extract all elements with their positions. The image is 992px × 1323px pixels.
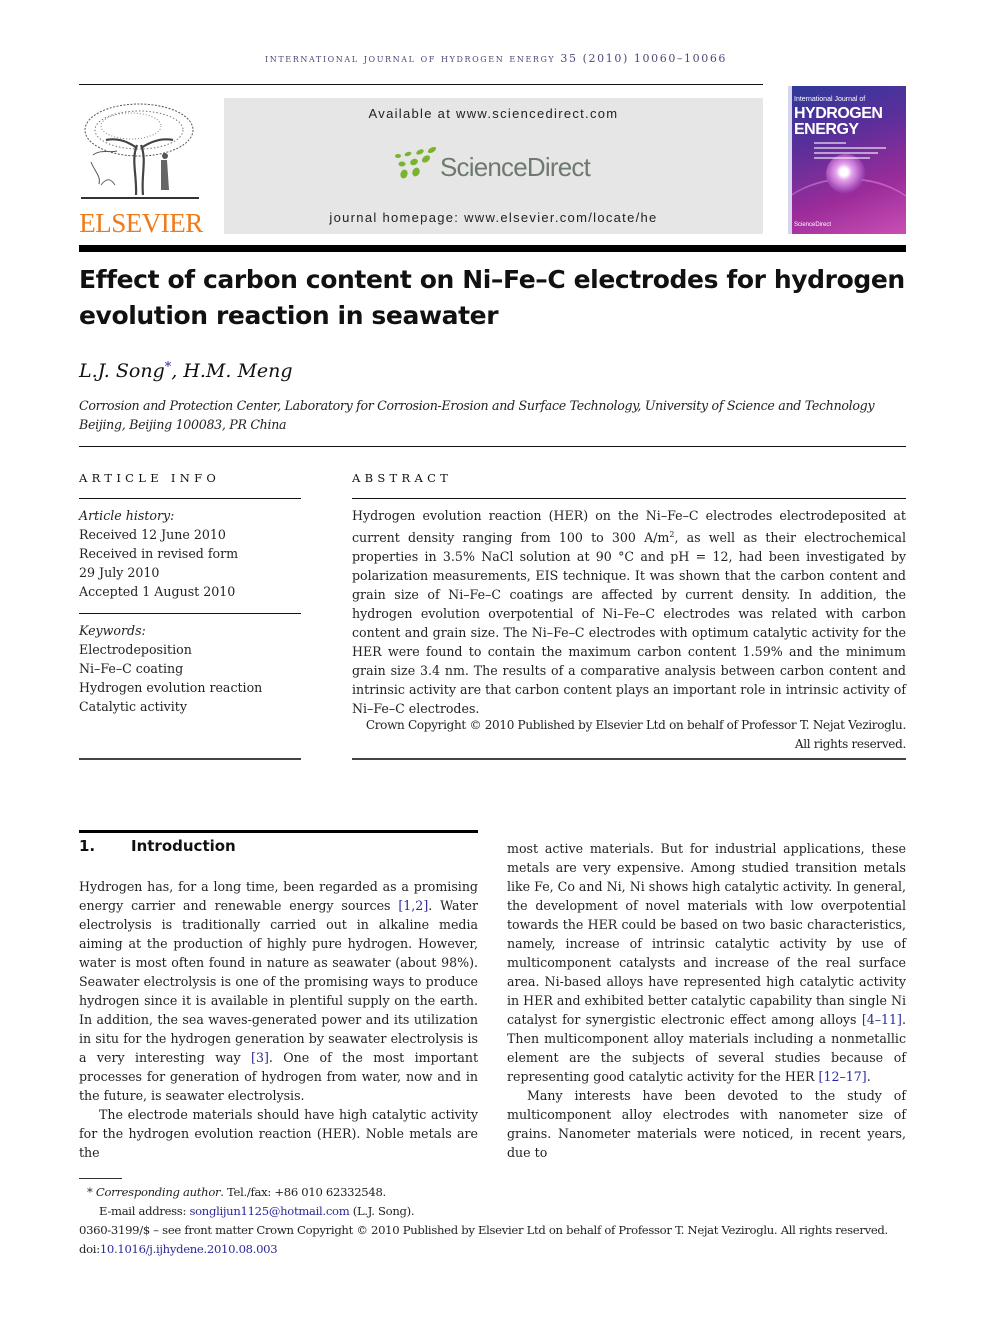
section-number: 1.	[79, 837, 96, 855]
abstract-text-part2: , as well as their electrochemical prope…	[352, 530, 907, 717]
abstract-rule	[352, 498, 906, 499]
footnotes: * Corresponding author. Tel./fax: +86 01…	[79, 1183, 909, 1259]
article-title: Effect of carbon content on Ni–Fe–C elec…	[79, 265, 905, 330]
text-run: . Water electrolysis is traditionally ca…	[79, 898, 478, 1065]
cover-journal-title: HYDROGEN ENERGY	[794, 105, 883, 138]
paragraph: Many interests have been devoted to the …	[507, 1088, 906, 1160]
email-suffix: (L.J. Song).	[349, 1204, 415, 1218]
section-heading: 1. Introduction	[79, 837, 236, 855]
author-name[interactable]: H.M. Meng	[183, 360, 292, 382]
abstract-heading: ABSTRACT	[352, 471, 453, 485]
article-info-rule	[79, 498, 301, 499]
text-run: .	[866, 1069, 871, 1084]
body-column-left: Hydrogen has, for a long time, been rega…	[79, 877, 478, 1162]
keywords-label: Keywords:	[79, 623, 146, 638]
issn-line: 0360-3199/$ – see front matter Crown Cop…	[79, 1223, 888, 1237]
journal-cover-thumbnail[interactable]: International Journal of HYDROGEN ENERGY…	[788, 86, 906, 234]
abstract-text: Hydrogen evolution reaction (HER) on the…	[352, 506, 906, 718]
keyword-item[interactable]: Electrodeposition	[79, 640, 301, 659]
cover-title-line2: HYDROGEN	[794, 105, 883, 122]
history-item: Accepted 1 August 2010	[79, 584, 236, 599]
cover-title-line3: ENERGY	[794, 121, 859, 138]
sciencedirect-dots-icon	[395, 146, 437, 179]
sciencedirect-banner: Available at www.sciencedirect.com Scien…	[224, 98, 763, 234]
corresponding-label: Corresponding author	[95, 1185, 221, 1199]
footnote-marker: *	[87, 1185, 93, 1199]
doi-link[interactable]: 10.1016/j.ijhydene.2010.08.003	[100, 1242, 278, 1256]
body-column-right: most active materials. But for industria…	[507, 839, 906, 1162]
elsevier-logo[interactable]: ELSEVIER	[79, 98, 203, 238]
article-info-bottom-rule	[79, 758, 301, 760]
article-history-label: Article history:	[79, 508, 175, 523]
article-history: Article history: Received 12 June 2010 R…	[79, 506, 301, 601]
author-list: L.J. Song*, H.M. Meng	[79, 360, 293, 382]
affiliation-rule	[79, 446, 906, 447]
author-separator: ,	[171, 360, 184, 382]
citation-link[interactable]: [12–17]	[819, 1069, 867, 1084]
section-title: Introduction	[131, 837, 236, 855]
keyword-item[interactable]: Hydrogen evolution reaction	[79, 678, 301, 697]
corresponding-author-note: * Corresponding author. Tel./fax: +86 01…	[79, 1183, 909, 1202]
elsevier-tree-icon	[81, 100, 199, 200]
sciencedirect-logo[interactable]: ScienceDirect	[390, 146, 600, 186]
running-head: International Journal of Hydrogen Energy…	[264, 52, 728, 65]
keyword-item[interactable]: Catalytic activity	[79, 697, 301, 716]
paragraph: Hydrogen has, for a long time, been rega…	[79, 877, 478, 1105]
header-rule	[79, 84, 763, 85]
email-label: E-mail address:	[99, 1204, 190, 1218]
sciencedirect-wordmark: ScienceDirect	[440, 152, 591, 182]
history-item: 29 July 2010	[79, 565, 160, 580]
doi-line: doi:10.1016/j.ijhydene.2010.08.003	[79, 1240, 909, 1259]
footnote-rule	[79, 1178, 122, 1179]
citation-link[interactable]: [1,2]	[398, 898, 428, 913]
cover-journal-line1: International Journal of	[794, 96, 866, 103]
history-rule	[79, 613, 301, 614]
available-at-link[interactable]: Available at www.sciencedirect.com	[224, 106, 763, 121]
history-item: Received 12 June 2010	[79, 527, 226, 542]
paragraph: most active materials. But for industria…	[507, 839, 906, 1086]
citation-link[interactable]: [3]	[251, 1050, 269, 1065]
email-note: E-mail address: songlijun1125@hotmail.co…	[79, 1202, 909, 1221]
phone-fax: . Tel./fax: +86 010 62332548.	[220, 1185, 386, 1199]
journal-homepage-link[interactable]: journal homepage: www.elsevier.com/locat…	[224, 210, 763, 225]
header-thick-rule	[79, 245, 906, 252]
abstract-bottom-rule	[352, 758, 906, 760]
history-item: Received in revised form	[79, 546, 239, 561]
elsevier-wordmark: ELSEVIER	[79, 208, 203, 238]
abstract-copyright: Crown Copyright © 2010 Published by Else…	[365, 718, 906, 751]
citation-link[interactable]: [4–11]	[862, 1012, 902, 1027]
doi-label: doi:	[79, 1242, 100, 1256]
text-run: most active materials. But for industria…	[507, 841, 906, 1027]
article-info-heading: ARTICLE INFO	[79, 471, 221, 485]
author-affiliation: Corrosion and Protection Center, Laborat…	[79, 398, 875, 432]
section-rule	[79, 830, 478, 833]
paragraph: The electrode materials should have high…	[79, 1107, 478, 1160]
keywords: Keywords: Electrodeposition Ni–Fe–C coat…	[79, 621, 301, 716]
keyword-item[interactable]: Ni–Fe–C coating	[79, 659, 301, 678]
author-name[interactable]: L.J. Song	[79, 360, 165, 382]
cover-editor-lines	[814, 142, 894, 162]
email-link[interactable]: songlijun1125@hotmail.com	[189, 1204, 349, 1218]
cover-footer: ScienceDirect	[794, 222, 832, 228]
